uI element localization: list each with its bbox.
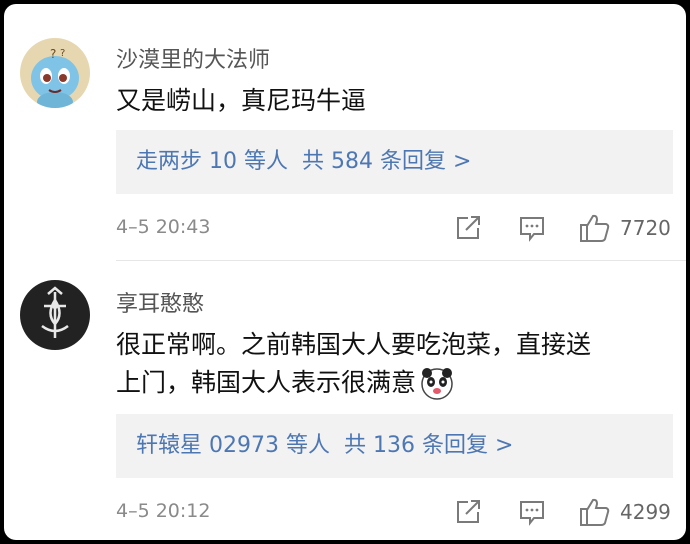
thumbs-up-icon[interactable] xyxy=(578,496,610,528)
replies-link[interactable]: 走两步 10 等人 共 584 条回复 > xyxy=(116,130,673,194)
thumbs-up-icon[interactable] xyxy=(578,212,610,244)
comment-footer: 4–5 20:12 4299 xyxy=(116,496,672,530)
username[interactable]: 享耳憨憨 xyxy=(116,286,204,318)
replies-users: 轩辕星 02973 等人 xyxy=(136,433,344,458)
divider xyxy=(116,260,686,261)
svg-text:?: ? xyxy=(60,48,65,59)
timestamp: 4–5 20:12 xyxy=(116,500,211,522)
replies-count: 共 136 条回复 > xyxy=(343,433,514,458)
comment-text-line-wrap: 上门，韩国大人表示很满意 xyxy=(116,364,672,402)
replies-users: 走两步 10 等人 xyxy=(136,149,302,174)
comment-text-line: 很正常啊。之前韩国大人要吃泡菜，直接送 xyxy=(116,330,592,359)
comment-list: ? ? 沙漠里的大法师 又是崂山，真尼玛牛逼 走两步 10 等人 共 584 条… xyxy=(4,4,686,540)
avatar[interactable] xyxy=(20,280,90,350)
comment-footer: 4–5 20:43 7720 xyxy=(116,212,672,246)
timestamp: 4–5 20:43 xyxy=(116,216,211,238)
share-icon[interactable] xyxy=(452,496,484,528)
username[interactable]: 沙漠里的大法师 xyxy=(116,42,270,74)
share-icon[interactable] xyxy=(452,212,484,244)
comment-text: 又是崂山，真尼玛牛逼 xyxy=(116,86,367,115)
like-count: 7720 xyxy=(620,216,671,240)
comment-item: 享耳憨憨 很正常啊。之前韩国大人要吃泡菜，直接送 上门，韩国大人表示很满意 轩辕… xyxy=(4,262,686,540)
comment-text-line: 上门，韩国大人表示很满意 xyxy=(116,368,417,397)
replies-link[interactable]: 轩辕星 02973 等人 共 136 条回复 > xyxy=(116,414,673,478)
comment-text: 很正常啊。之前韩国大人要吃泡菜，直接送 上门，韩国大人表示很满意 xyxy=(116,326,672,402)
avatar[interactable]: ? ? xyxy=(20,38,90,108)
replies-count: 共 584 条回复 > xyxy=(301,149,472,174)
comment-icon[interactable] xyxy=(516,212,548,244)
comment-item: ? ? 沙漠里的大法师 又是崂山，真尼玛牛逼 走两步 10 等人 共 584 条… xyxy=(4,4,686,261)
svg-text:?: ? xyxy=(50,47,56,61)
like-count: 4299 xyxy=(620,500,671,524)
comment-icon[interactable] xyxy=(516,496,548,528)
panda-emoji-icon xyxy=(420,367,454,401)
